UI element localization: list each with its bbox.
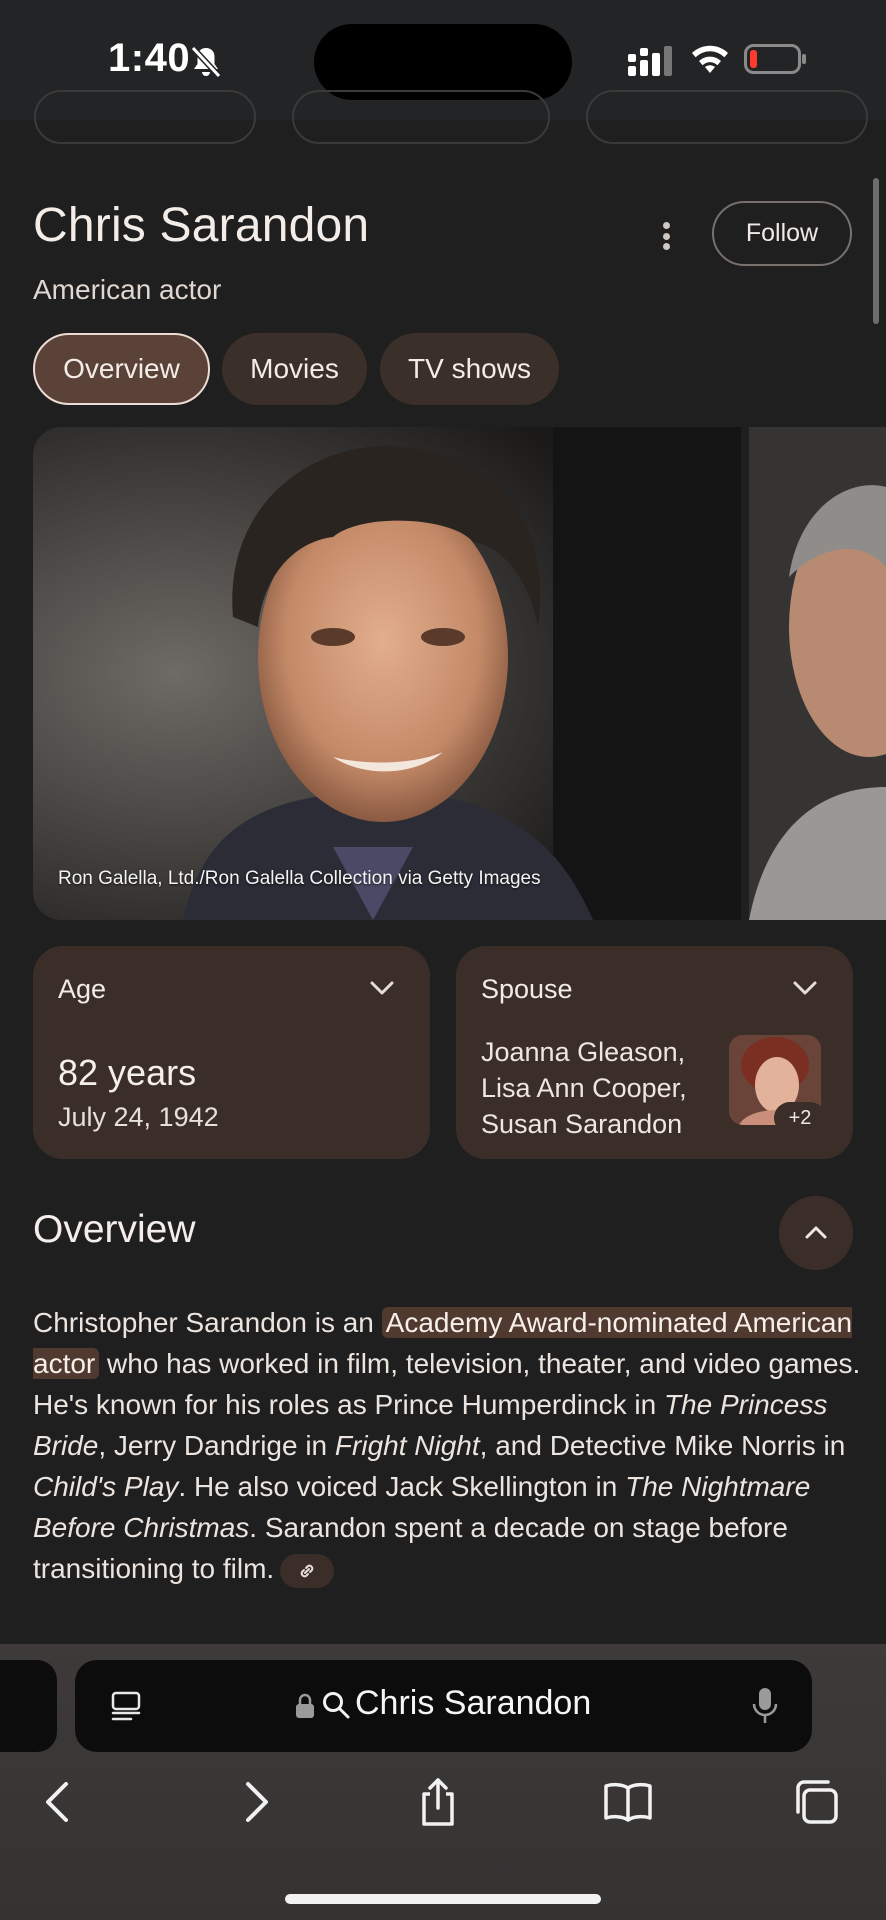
overview-text-part: , Jerry Dandrige in	[98, 1430, 335, 1461]
microphone-icon[interactable]	[751, 1686, 779, 1726]
previous-tab-preview[interactable]	[0, 1660, 57, 1752]
follow-button[interactable]: Follow	[712, 201, 852, 266]
chevron-down-icon	[793, 981, 817, 995]
chevron-down-icon	[370, 981, 394, 995]
collapse-button[interactable]	[779, 1196, 853, 1270]
tabs-icon[interactable]	[790, 1776, 842, 1828]
search-icon	[323, 1692, 350, 1719]
bell-slash-icon	[190, 45, 222, 79]
chip-partial[interactable]	[292, 90, 550, 144]
lock-icon	[296, 1693, 314, 1718]
film-title: Fright Night	[334, 1430, 480, 1461]
overview-heading: Overview	[33, 1208, 196, 1251]
spouse-more-badge: +2	[774, 1102, 826, 1134]
fact-label-age: Age	[58, 974, 107, 1004]
tab-movies[interactable]: Movies	[222, 333, 367, 405]
chevron-up-icon	[805, 1226, 827, 1239]
entity-title: Chris Sarandon	[33, 199, 370, 252]
entity-photo[interactable]: Ron Galella, Ltd./Ron Galella Collection…	[33, 427, 741, 920]
source-link-button[interactable]	[280, 1553, 335, 1588]
reader-icon[interactable]	[109, 1689, 143, 1723]
previous-content-strip	[0, 90, 886, 164]
overview-text: Christopher Sarandon is an Academy Award…	[33, 1302, 863, 1589]
fact-label-spouse: Spouse	[481, 974, 573, 1004]
cellular-signal-icon	[628, 46, 672, 76]
spouse-name: Susan Sarandon	[481, 1109, 683, 1139]
dynamic-island	[314, 24, 572, 100]
spouse-names: Joanna Gleason, Lisa Ann Cooper, Susan S…	[481, 1034, 687, 1142]
birth-date: July 24, 1942	[58, 1102, 219, 1132]
home-indicator[interactable]	[285, 1894, 601, 1904]
search-query[interactable]: Chris Sarandon	[355, 1684, 591, 1723]
bookmarks-icon[interactable]	[602, 1776, 654, 1828]
back-icon[interactable]	[34, 1776, 86, 1828]
overview-text-part: Christopher Sarandon is an	[33, 1307, 382, 1338]
image-credit: Ron Galella, Ltd./Ron Galella Collection…	[58, 868, 541, 889]
age-value: 82 years	[58, 1052, 197, 1093]
overview-text-part: . He also voiced Jack Skellington in	[178, 1471, 626, 1502]
scrollbar[interactable]	[873, 178, 879, 324]
overview-text-part: , and Detective Mike Norris in	[479, 1430, 846, 1461]
fact-card-age[interactable]: Age 82 years July 24, 1942	[33, 946, 430, 1159]
film-title: Child's Play	[33, 1471, 179, 1502]
link-icon	[300, 1564, 314, 1577]
share-icon[interactable]	[412, 1776, 464, 1828]
chip-partial[interactable]	[586, 90, 868, 144]
tab-overview[interactable]: Overview	[33, 333, 210, 405]
status-time: 1:40	[108, 36, 191, 80]
entity-description: American actor	[33, 274, 222, 305]
spouse-name: Joanna Gleason,	[481, 1037, 686, 1067]
entity-photo-next[interactable]	[749, 427, 886, 920]
address-bar[interactable]: Chris Sarandon	[75, 1660, 812, 1752]
forward-icon[interactable]	[228, 1776, 280, 1828]
chip-partial[interactable]	[34, 90, 256, 144]
battery-low-icon	[744, 44, 806, 74]
fact-card-spouse[interactable]: Spouse Joanna Gleason, Lisa Ann Cooper, …	[456, 946, 853, 1159]
more-options-icon[interactable]	[650, 216, 682, 256]
spouse-name: Lisa Ann Cooper,	[481, 1073, 687, 1103]
tab-tv-shows[interactable]: TV shows	[380, 333, 559, 405]
wifi-icon	[692, 45, 728, 73]
